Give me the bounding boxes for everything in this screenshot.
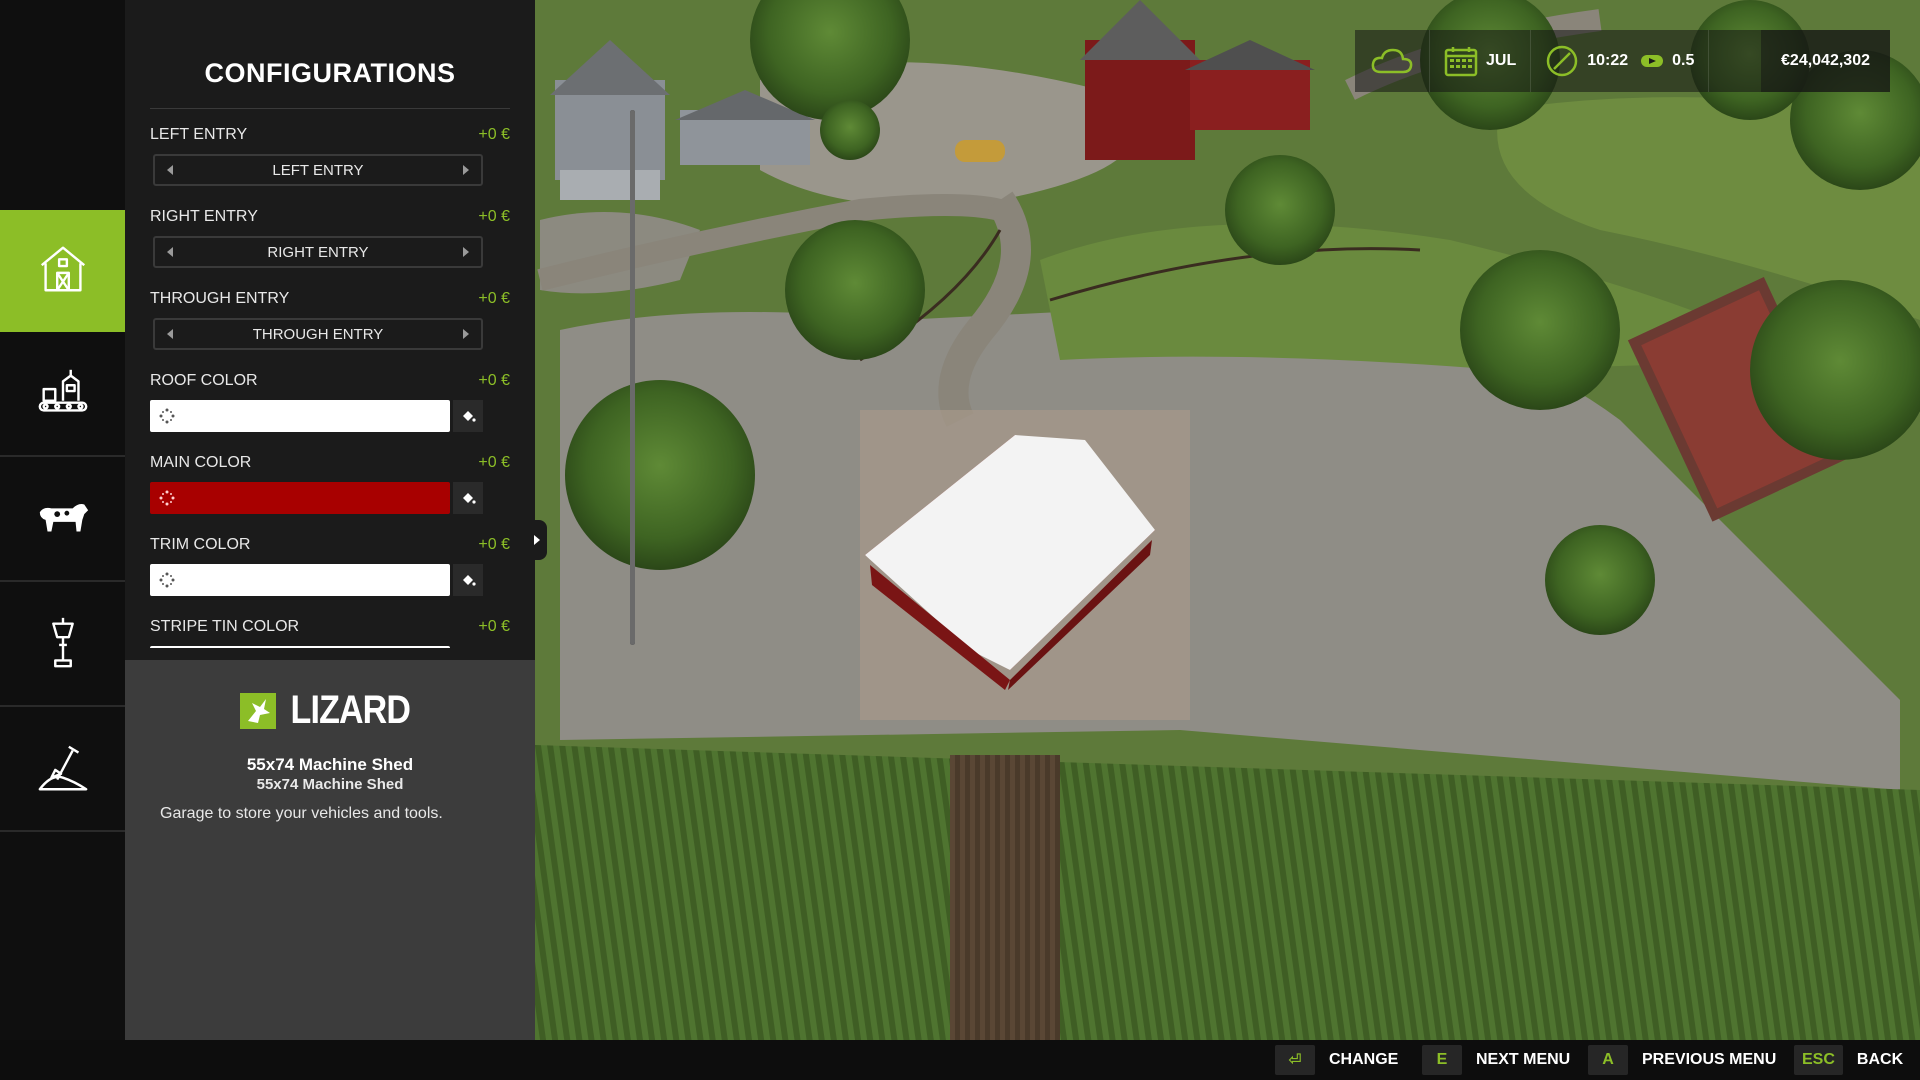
chevron-right-icon (534, 535, 540, 545)
hud-clock-time: 10:22 (1587, 52, 1629, 69)
brand-logo: LIZARD (125, 688, 535, 733)
config-price: +0 € (478, 372, 510, 389)
config-price: +0 € (478, 454, 510, 471)
color-dots-icon (159, 490, 175, 506)
config-scrollbar-thumb[interactable] (630, 110, 635, 645)
hint-key: E (1422, 1045, 1462, 1075)
item-info-panel: LIZARD 55x74 Machine Shed 55x74 Machine … (125, 660, 535, 1040)
hud-date: JUL (1430, 30, 1532, 92)
paint-bucket-icon (463, 575, 476, 586)
config-main-color: MAIN COLOR +0 € (150, 446, 510, 528)
hud-weather (1355, 30, 1430, 92)
hint-back[interactable]: ESC BACK (1794, 1040, 1903, 1080)
clock-icon (1546, 45, 1578, 77)
cow-icon (34, 489, 92, 552)
paint-bucket-icon (463, 493, 476, 504)
paint-bucket-icon (463, 411, 476, 422)
config-price: +0 € (478, 618, 510, 635)
hint-label: NEXT MENU (1476, 1051, 1571, 1068)
selector-value: RIGHT ENTRY (267, 243, 369, 261)
hud-status-bar: JUL 10:22 0.5 €24,042,302 (1355, 30, 1890, 92)
landscaping-icon (34, 739, 92, 802)
category-decoration[interactable] (0, 585, 125, 707)
hint-key: ESC (1794, 1045, 1843, 1075)
main-color-picker-button[interactable] (453, 482, 483, 514)
item-subname: 55x74 Machine Shed (256, 776, 404, 793)
config-right-entry: RIGHT ENTRY +0 € RIGHT ENTRY (150, 200, 510, 282)
arrow-left-icon[interactable] (167, 247, 173, 257)
config-roof-color: ROOF COLOR +0 € (150, 364, 510, 446)
cloud-icon (1371, 48, 1413, 74)
lamp-icon (34, 614, 92, 677)
hud-time-speed: 0.5 (1672, 52, 1695, 69)
color-dots-icon (159, 408, 175, 424)
config-label: ROOF COLOR (150, 372, 258, 389)
roof-color-swatch[interactable] (150, 400, 450, 432)
hint-change[interactable]: ⏎ CHANGE (1275, 1040, 1398, 1080)
config-list: LEFT ENTRY +0 € LEFT ENTRY RIGHT ENTRY +… (150, 118, 510, 648)
hint-next-menu[interactable]: E NEXT MENU (1422, 1040, 1570, 1080)
input-hint-bar: ⏎ CHANGE E NEXT MENU A PREVIOUS MENU ESC… (0, 1040, 1920, 1080)
category-landscaping[interactable] (0, 710, 125, 832)
arrow-left-icon[interactable] (167, 165, 173, 175)
config-price: +0 € (478, 290, 510, 307)
panel-title: CONFIGURATIONS (204, 58, 456, 88)
item-name: 55x74 Machine Shed (246, 755, 414, 774)
trim-color-swatch[interactable] (150, 564, 450, 596)
production-icon (34, 364, 92, 427)
category-production[interactable] (0, 335, 125, 457)
category-animals[interactable] (0, 460, 125, 582)
configuration-panel: CONFIGURATIONS LEFT ENTRY +0 € LEFT ENTR… (125, 0, 635, 660)
hint-label: PREVIOUS MENU (1642, 1051, 1777, 1068)
config-stripe-tin-color: STRIPE TIN COLOR +0 € (150, 610, 510, 648)
right-entry-selector[interactable]: RIGHT ENTRY (153, 236, 483, 268)
hud-money: €24,042,302 (1761, 30, 1890, 92)
category-rail (0, 0, 133, 1040)
barn-icon (34, 240, 92, 303)
arrow-right-icon[interactable] (463, 247, 469, 257)
config-price: +0 € (478, 208, 510, 225)
arrow-right-icon[interactable] (463, 329, 469, 339)
brand-name: LIZARD (290, 688, 410, 732)
hud-time: 10:22 0.5 (1531, 30, 1710, 92)
category-buildings[interactable] (0, 210, 133, 332)
config-trim-color: TRIM COLOR +0 € (150, 528, 510, 610)
config-price: +0 € (478, 126, 510, 143)
item-description: Garage to store your vehicles and tools. (160, 805, 443, 822)
through-entry-selector[interactable]: THROUGH ENTRY (153, 318, 483, 350)
left-entry-selector[interactable]: LEFT ENTRY (153, 154, 483, 186)
hud-month: JUL (1486, 52, 1517, 69)
config-label: TRIM COLOR (150, 536, 251, 553)
main-color-swatch[interactable] (150, 482, 450, 514)
selector-value: LEFT ENTRY (272, 161, 364, 179)
config-label: RIGHT ENTRY (150, 208, 258, 225)
hint-previous-menu[interactable]: A PREVIOUS MENU (1588, 1040, 1776, 1080)
lizard-logo-icon (239, 692, 276, 729)
config-label: STRIPE TIN COLOR (150, 618, 300, 635)
selector-value: THROUGH ENTRY (252, 325, 384, 343)
arrow-right-icon[interactable] (463, 165, 469, 175)
arrow-left-icon[interactable] (167, 329, 173, 339)
config-label: LEFT ENTRY (150, 126, 248, 143)
hint-label: CHANGE (1329, 1051, 1399, 1068)
config-label: THROUGH ENTRY (150, 290, 290, 307)
hint-label: BACK (1856, 1051, 1904, 1068)
stripe-tin-color-swatch[interactable] (150, 646, 450, 648)
trim-color-picker-button[interactable] (453, 564, 483, 596)
calendar-icon (1444, 47, 1478, 77)
config-label: MAIN COLOR (150, 454, 252, 471)
time-speed-icon (1641, 55, 1664, 67)
title-divider (150, 108, 510, 109)
config-left-entry: LEFT ENTRY +0 € LEFT ENTRY (150, 118, 510, 200)
roof-color-picker-button[interactable] (453, 400, 483, 432)
panel-collapse-toggle[interactable] (527, 520, 547, 560)
config-price: +0 € (478, 536, 510, 553)
color-dots-icon (159, 572, 175, 588)
hint-key-enter-icon: ⏎ (1275, 1045, 1315, 1075)
config-through-entry: THROUGH ENTRY +0 € THROUGH ENTRY (150, 282, 510, 364)
hint-key: A (1588, 1045, 1628, 1075)
